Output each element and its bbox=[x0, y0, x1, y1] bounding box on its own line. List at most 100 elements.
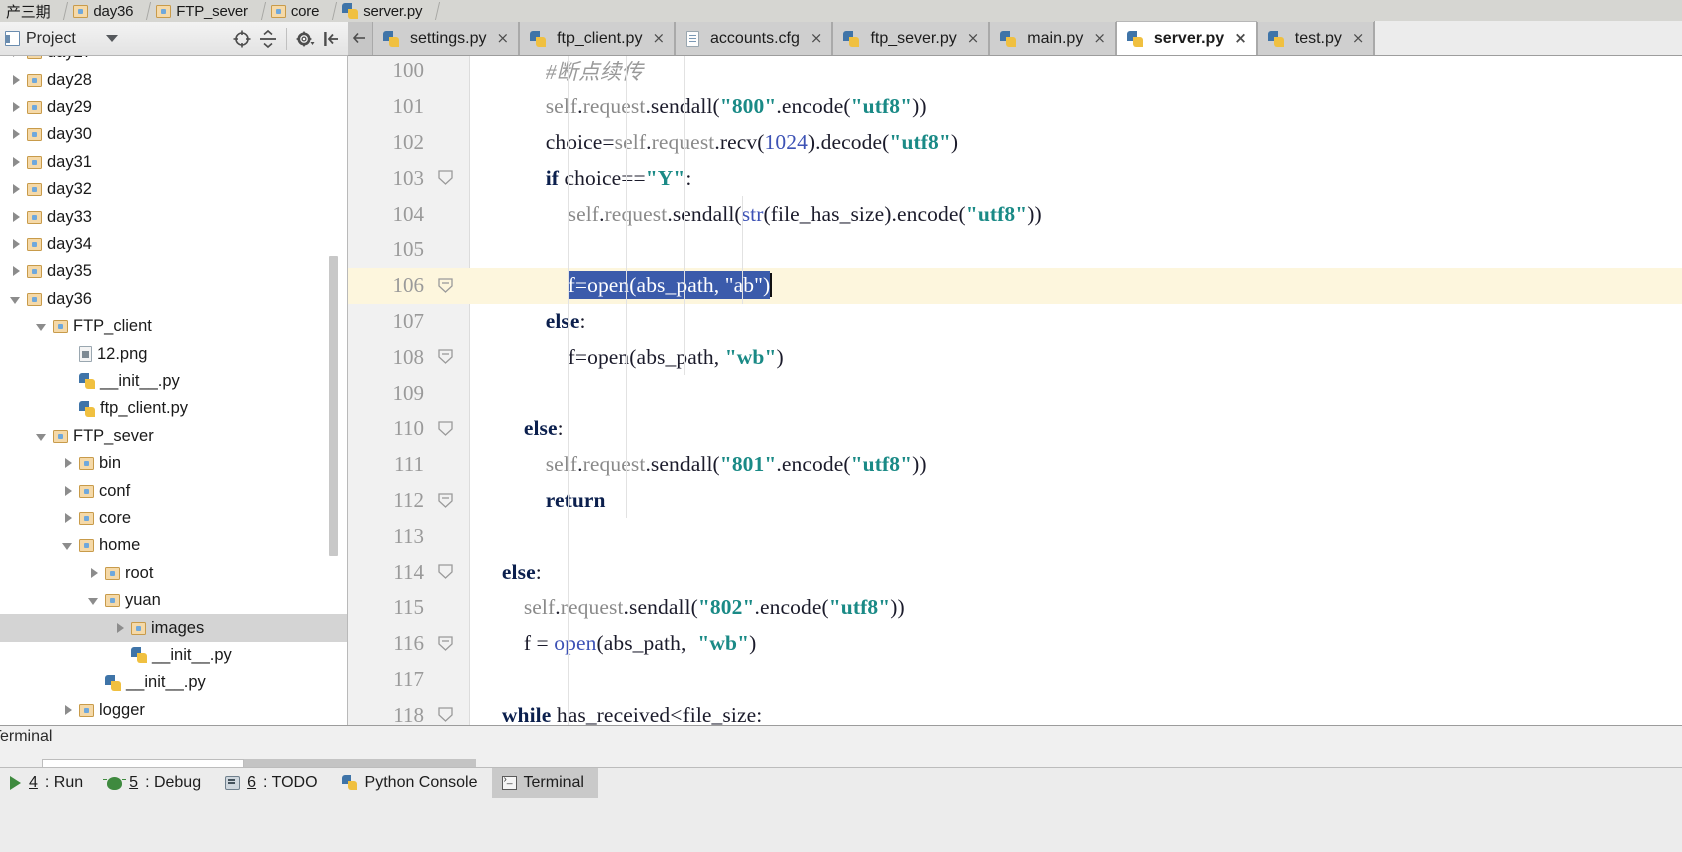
close-icon[interactable]: × bbox=[652, 31, 665, 46]
chevron-down-icon[interactable] bbox=[36, 430, 49, 443]
code-line-text[interactable]: self.request.sendall("801".encode("utf8"… bbox=[470, 452, 927, 477]
hide-panel-icon[interactable] bbox=[318, 26, 344, 52]
close-icon[interactable]: × bbox=[967, 31, 980, 46]
code-line-text[interactable]: f = open(abs_path, "wb") bbox=[470, 631, 756, 656]
status-item-pythonconsole[interactable]: Python Console bbox=[332, 768, 492, 798]
code-line-108[interactable]: 108 f=open(abs_path, "wb") bbox=[348, 339, 1682, 375]
code-line-106[interactable]: 106 f=open(abs_path, "ab") bbox=[348, 267, 1682, 304]
fold-collapsed-icon[interactable] bbox=[437, 277, 454, 294]
fold-expanded-icon[interactable] bbox=[437, 169, 454, 186]
fold-column[interactable] bbox=[424, 89, 470, 125]
code-line-114[interactable]: 114 else: bbox=[348, 554, 1682, 590]
fold-collapsed-icon[interactable] bbox=[437, 635, 454, 652]
code-line-118[interactable]: 118 while has_received<file_size: bbox=[348, 697, 1682, 725]
chevron-down-icon[interactable] bbox=[88, 594, 101, 607]
tree-item-day29[interactable]: day29 bbox=[0, 94, 348, 121]
tree-item-conf[interactable]: conf bbox=[0, 477, 348, 504]
tree-item-__init__py[interactable]: __init__.py bbox=[0, 368, 348, 395]
fold-column[interactable] bbox=[424, 697, 470, 725]
tree-item-day28[interactable]: day28 bbox=[0, 66, 348, 93]
code-line-111[interactable]: 111 self.request.sendall("801".encode("u… bbox=[348, 447, 1682, 483]
tree-item-core[interactable]: core bbox=[0, 505, 348, 532]
status-item-debug[interactable]: 5: Debug bbox=[97, 768, 215, 798]
code-line-text[interactable]: else: bbox=[470, 560, 542, 585]
tree-item-day33[interactable]: day33 bbox=[0, 203, 348, 230]
collapse-all-icon[interactable] bbox=[255, 26, 281, 52]
fold-column[interactable] bbox=[424, 662, 470, 698]
tree-item-root[interactable]: root bbox=[0, 560, 348, 587]
code-line-109[interactable]: 109 bbox=[348, 375, 1682, 411]
chevron-right-icon[interactable] bbox=[88, 567, 101, 580]
fold-column[interactable] bbox=[424, 268, 470, 304]
close-icon[interactable]: × bbox=[810, 31, 823, 46]
code-line-115[interactable]: 115 self.request.sendall("802".encode("u… bbox=[348, 590, 1682, 626]
fold-column[interactable] bbox=[424, 160, 470, 196]
code-line-107[interactable]: 107 else: bbox=[348, 304, 1682, 340]
fold-collapsed-icon[interactable] bbox=[437, 492, 454, 509]
close-icon[interactable]: × bbox=[1234, 31, 1247, 46]
breadcrumb-item-serverpy[interactable]: server.py bbox=[336, 0, 426, 22]
tree-item-home[interactable]: home bbox=[0, 532, 348, 559]
breadcrumb-item-day36[interactable]: day36 bbox=[67, 0, 137, 22]
tab-scroll-left-icon[interactable] bbox=[348, 21, 372, 55]
tree-item-logger[interactable]: logger bbox=[0, 697, 348, 724]
status-item-terminal[interactable]: Terminal bbox=[491, 768, 598, 798]
breadcrumb-item-[interactable]: 产三期 bbox=[0, 0, 54, 22]
chevron-right-icon[interactable] bbox=[10, 211, 23, 224]
chevron-right-icon[interactable] bbox=[62, 512, 75, 525]
code-line-112[interactable]: 112 return bbox=[348, 483, 1682, 519]
project-tree-scrollbar[interactable] bbox=[329, 256, 338, 556]
status-item-run[interactable]: 4: Run bbox=[0, 768, 97, 798]
chevron-down-icon[interactable] bbox=[36, 320, 49, 333]
fold-column[interactable] bbox=[424, 411, 470, 447]
chevron-right-icon[interactable] bbox=[10, 156, 23, 169]
chevron-down-icon[interactable] bbox=[105, 35, 118, 42]
code-line-text[interactable]: while has_received<file_size: bbox=[470, 703, 762, 725]
locate-in-tree-icon[interactable] bbox=[229, 26, 255, 52]
code-line-text[interactable]: return bbox=[470, 488, 606, 513]
tree-item-ftp_clientpy[interactable]: ftp_client.py bbox=[0, 395, 348, 422]
fold-expanded-icon[interactable] bbox=[437, 706, 454, 723]
tree-item-__init__py[interactable]: __init__.py bbox=[0, 669, 348, 696]
chevron-right-icon[interactable] bbox=[62, 704, 75, 717]
fold-column[interactable] bbox=[424, 626, 470, 662]
fold-column[interactable] bbox=[424, 447, 470, 483]
tree-item-day30[interactable]: day30 bbox=[0, 121, 348, 148]
close-icon[interactable]: × bbox=[1093, 31, 1106, 46]
fold-column[interactable] bbox=[424, 232, 470, 268]
code-line-110[interactable]: 110 else: bbox=[348, 411, 1682, 447]
fold-expanded-icon[interactable] bbox=[437, 420, 454, 437]
chevron-right-icon[interactable] bbox=[10, 183, 23, 196]
breadcrumb-item-core[interactable]: core bbox=[265, 0, 323, 22]
code-line-text[interactable]: choice=self.request.recv(1024).decode("u… bbox=[470, 130, 958, 155]
code-line-103[interactable]: 103 if choice=="Y": bbox=[348, 160, 1682, 196]
chevron-down-icon[interactable] bbox=[62, 539, 75, 552]
fold-column[interactable] bbox=[424, 339, 470, 375]
code-line-text[interactable]: f=open(abs_path, "ab") bbox=[470, 271, 773, 300]
editor-tab-serverpy[interactable]: server.py × bbox=[1115, 21, 1257, 55]
tree-item-bin[interactable]: bin bbox=[0, 450, 348, 477]
code-line-text[interactable]: if choice=="Y": bbox=[470, 166, 692, 191]
fold-collapsed-icon[interactable] bbox=[437, 348, 454, 365]
tree-item-day32[interactable]: day32 bbox=[0, 176, 348, 203]
fold-column[interactable] bbox=[424, 483, 470, 519]
fold-column[interactable] bbox=[424, 590, 470, 626]
tree-item-ftp_sever[interactable]: FTP_sever bbox=[0, 423, 348, 450]
tree-item-ftp_client[interactable]: FTP_client bbox=[0, 313, 348, 340]
tree-item-yuan[interactable]: yuan bbox=[0, 587, 348, 614]
code-line-text[interactable]: self.request.sendall(str(file_has_size).… bbox=[470, 202, 1042, 227]
fold-column[interactable] bbox=[424, 304, 470, 340]
chevron-right-icon[interactable] bbox=[62, 485, 75, 498]
project-tree[interactable]: __init__.pylogger__init__.py__init__.pyi… bbox=[0, 56, 348, 725]
editor-tab-mainpy[interactable]: main.py × bbox=[989, 22, 1116, 55]
settings-gear-icon[interactable] bbox=[292, 26, 318, 52]
tree-item-day36[interactable]: day36 bbox=[0, 286, 348, 313]
tree-item-day34[interactable]: day34 bbox=[0, 231, 348, 258]
fold-expanded-icon[interactable] bbox=[437, 563, 454, 580]
fold-column[interactable] bbox=[424, 56, 470, 89]
close-icon[interactable]: × bbox=[496, 31, 509, 46]
tree-item-12png[interactable]: 12.png bbox=[0, 340, 348, 367]
tree-item-images[interactable]: images bbox=[0, 614, 348, 642]
chevron-right-icon[interactable] bbox=[114, 622, 127, 635]
editor-tab-accountscfg[interactable]: accounts.cfg × bbox=[675, 22, 833, 55]
